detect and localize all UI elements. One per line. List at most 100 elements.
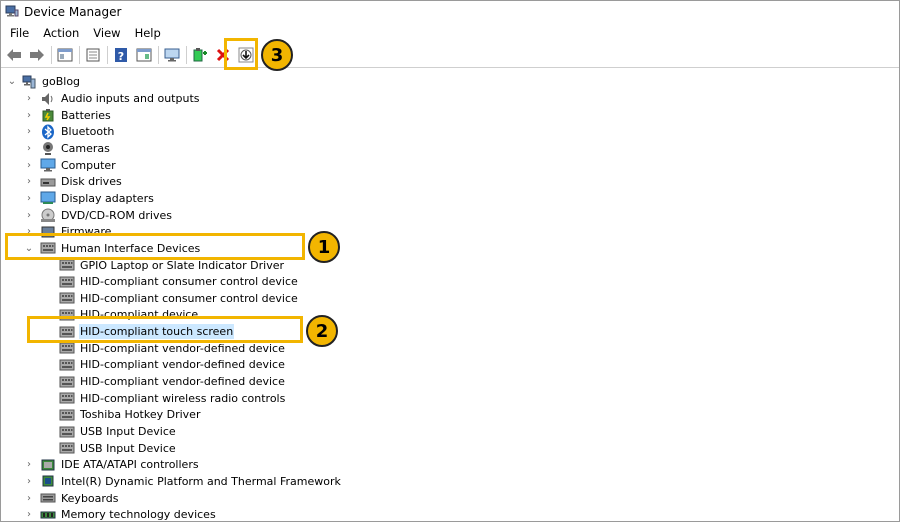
- battery-icon: [40, 107, 56, 123]
- hid-icon: [59, 290, 75, 306]
- step-badge-3: 3: [261, 39, 293, 71]
- memory-icon: [40, 507, 56, 521]
- tree-item-hid-compliant-consumer-control-device[interactable]: HID-compliant consumer control device: [59, 273, 299, 290]
- highlight-human-interface-devices: [5, 233, 305, 260]
- tree-item-label: DVD/CD-ROM drives: [61, 208, 172, 222]
- tree-item-computer[interactable]: › Computer: [27, 157, 117, 174]
- step-badge-2: 2: [306, 315, 338, 347]
- chevron-right-icon[interactable]: ›: [24, 490, 34, 507]
- highlight-update-driver: [224, 38, 258, 70]
- tree-item-hid-compliant-consumer-control-device[interactable]: HID-compliant consumer control device: [59, 290, 299, 307]
- bluetooth-icon: [40, 124, 56, 140]
- chevron-right-icon[interactable]: ›: [24, 107, 34, 124]
- hid-icon: [59, 407, 75, 423]
- tree-item-intel-r-dynamic-platform-and-thermal-framework[interactable]: › Intel(R) Dynamic Platform and Thermal F…: [27, 473, 342, 490]
- keyboard-icon: [40, 490, 56, 506]
- add-driver-button[interactable]: [190, 45, 210, 65]
- hid-icon: [59, 374, 75, 390]
- chip-icon: [40, 473, 56, 489]
- menu-help[interactable]: Help: [128, 26, 168, 40]
- tree-root[interactable]: ⌄ goBlog: [7, 73, 81, 90]
- ide-icon: [40, 457, 56, 473]
- display-adapter-icon: [40, 190, 56, 206]
- disk-icon: [40, 174, 56, 190]
- forward-button[interactable]: [27, 45, 47, 65]
- tree-item-audio-inputs-and-outputs[interactable]: › Audio inputs and outputs: [27, 90, 201, 107]
- tree-item-display-adapters[interactable]: › Display adapters: [27, 190, 155, 207]
- tree-item-label: Cameras: [61, 141, 110, 155]
- tree-item-label: Keyboards: [61, 491, 119, 505]
- tree-item-usb-input-device[interactable]: USB Input Device: [59, 440, 177, 457]
- chevron-right-icon[interactable]: ›: [24, 456, 34, 473]
- chevron-right-icon[interactable]: ›: [24, 207, 34, 224]
- chevron-right-icon[interactable]: ›: [24, 173, 34, 190]
- chevron-down-icon[interactable]: ⌄: [7, 73, 17, 90]
- tree-item-keyboards[interactable]: › Keyboards: [27, 490, 119, 507]
- toolbar-separator: [51, 46, 52, 64]
- tree-root-label: goBlog: [42, 75, 81, 88]
- back-button[interactable]: [4, 45, 24, 65]
- toolbar: ?: [1, 43, 899, 68]
- tree-item-label: Audio inputs and outputs: [61, 92, 200, 105]
- computer-icon: [40, 157, 56, 173]
- speaker-icon: [40, 91, 56, 107]
- tree-item-label: HID-compliant vendor-defined device: [80, 375, 285, 389]
- chevron-right-icon[interactable]: ›: [24, 123, 34, 140]
- help-icon: ?: [115, 48, 127, 63]
- properties-icon: [57, 48, 73, 62]
- menu-file[interactable]: File: [3, 26, 36, 40]
- details-button[interactable]: [134, 45, 154, 65]
- tree-item-hid-compliant-vendor-defined-device[interactable]: HID-compliant vendor-defined device: [59, 373, 286, 390]
- chevron-right-icon[interactable]: ›: [24, 190, 34, 207]
- toolbar-separator: [158, 46, 159, 64]
- tree-item-disk-drives[interactable]: › Disk drives: [27, 173, 123, 190]
- tree-item-label: HID-compliant wireless radio controls: [80, 391, 286, 405]
- menu-action[interactable]: Action: [36, 26, 86, 40]
- scan-hardware-button[interactable]: [162, 45, 182, 65]
- tree-item-label: USB Input Device: [80, 425, 176, 438]
- tree-item-dvd-cd-rom-drives[interactable]: › DVD/CD-ROM drives: [27, 207, 173, 224]
- toolbar-separator: [186, 46, 187, 64]
- tree-item-label: IDE ATA/ATAPI controllers: [61, 458, 199, 472]
- chevron-right-icon[interactable]: ›: [24, 140, 34, 157]
- help-button[interactable]: ?: [111, 45, 131, 65]
- tree-item-memory-technology-devices[interactable]: › Memory technology devices: [27, 506, 217, 521]
- chevron-right-icon[interactable]: ›: [24, 506, 34, 521]
- menu-view[interactable]: View: [86, 26, 127, 40]
- chevron-right-icon[interactable]: ›: [24, 157, 34, 174]
- properties-button[interactable]: [55, 45, 75, 65]
- svg-text:?: ?: [118, 50, 124, 63]
- tree-item-bluetooth[interactable]: › Bluetooth: [27, 123, 115, 140]
- hid-icon: [59, 424, 75, 440]
- chevron-right-icon[interactable]: ›: [24, 473, 34, 490]
- tree-item-label: Disk drives: [61, 175, 122, 189]
- tree-item-cameras[interactable]: › Cameras: [27, 140, 111, 157]
- show-hide-button[interactable]: [83, 45, 103, 65]
- menu-bar: File Action View Help: [1, 23, 899, 43]
- back-icon: [7, 49, 21, 61]
- tree-item-toshiba-hotkey-driver[interactable]: Toshiba Hotkey Driver: [59, 406, 201, 423]
- dvd-icon: [40, 207, 56, 223]
- tree-item-label: HID-compliant vendor-defined device: [80, 341, 285, 355]
- window-title: Device Manager: [24, 5, 122, 19]
- tree-item-label: Toshiba Hotkey Driver: [80, 408, 201, 422]
- tree-item-label: HID-compliant vendor-defined device: [80, 358, 285, 372]
- tree-item-hid-compliant-wireless-radio-controls[interactable]: HID-compliant wireless radio controls: [59, 390, 286, 407]
- tree-item-label: HID-compliant consumer control device: [80, 275, 298, 289]
- forward-icon: [30, 49, 44, 61]
- tree-item-usb-input-device[interactable]: USB Input Device: [59, 423, 177, 440]
- details-icon: [136, 48, 152, 62]
- tree-item-hid-compliant-vendor-defined-device[interactable]: HID-compliant vendor-defined device: [59, 356, 286, 373]
- hid-icon: [59, 274, 75, 290]
- tree-item-label: Display adapters: [61, 191, 154, 205]
- chevron-right-icon[interactable]: ›: [24, 90, 34, 107]
- add-driver-icon: [193, 48, 207, 62]
- camera-icon: [40, 140, 56, 156]
- tree-item-batteries[interactable]: › Batteries: [27, 107, 112, 124]
- monitor-icon: [164, 48, 180, 62]
- tree-item-label: Computer: [61, 158, 116, 172]
- tree-item-ide-ata-atapi-controllers[interactable]: › IDE ATA/ATAPI controllers: [27, 456, 200, 473]
- device-manager-window: Device Manager File Action View Help ? ⌄…: [0, 0, 900, 522]
- tree-item-label: Bluetooth: [61, 125, 115, 139]
- device-manager-app-icon: [5, 4, 19, 21]
